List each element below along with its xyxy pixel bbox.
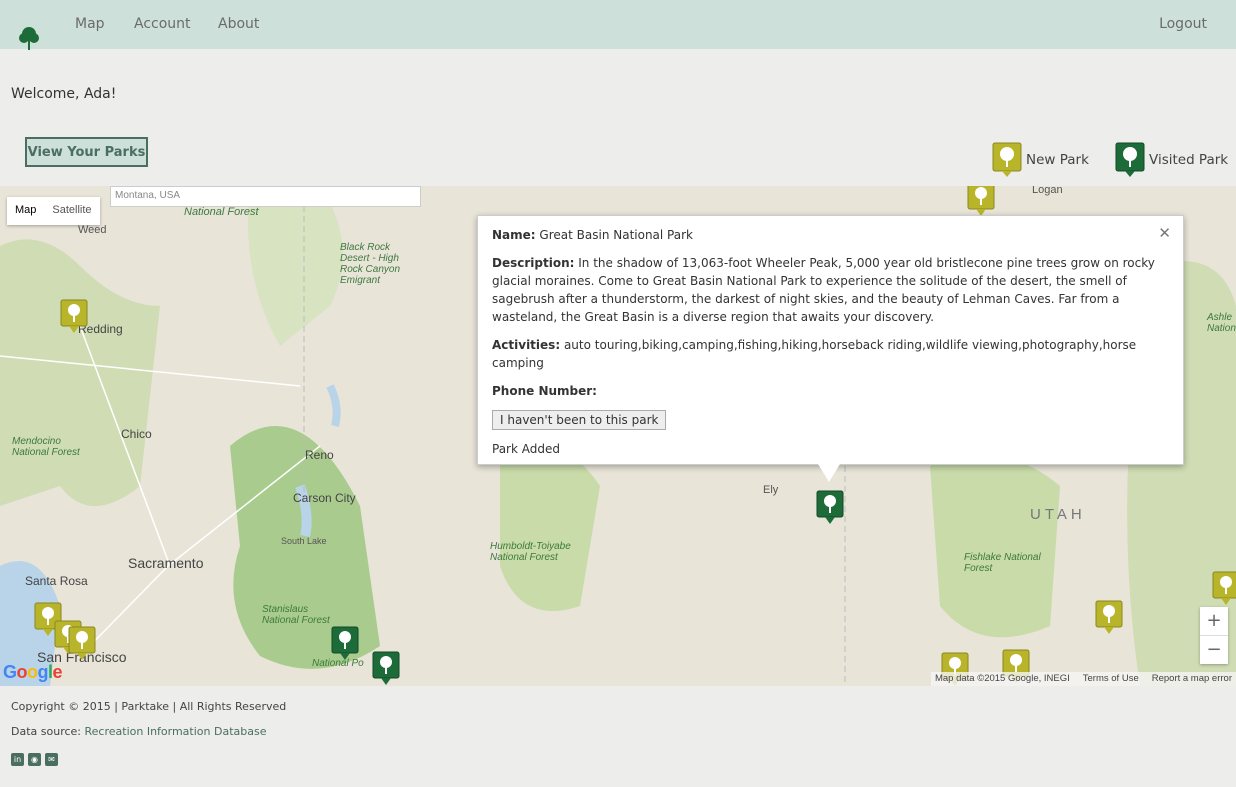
- new-park-marker[interactable]: [967, 186, 995, 218]
- email-icon[interactable]: ✉: [45, 753, 58, 766]
- close-icon[interactable]: ✕: [1158, 224, 1171, 242]
- legend-new-park-label: New Park: [1026, 152, 1089, 168]
- google-logo[interactable]: Google: [3, 662, 63, 683]
- park-status: Park Added: [492, 442, 560, 456]
- havent-been-button[interactable]: I haven't been to this park: [492, 410, 667, 430]
- nav-account[interactable]: Account: [134, 16, 191, 32]
- view-your-parks-button[interactable]: View Your Parks: [25, 137, 148, 167]
- map-label: Black Rock Desert - High Rock Canyon Emi…: [340, 242, 401, 286]
- new-park-marker[interactable]: [68, 626, 96, 662]
- nav-logout[interactable]: Logout: [1159, 16, 1207, 32]
- report-map-error-link[interactable]: Report a map error: [1152, 673, 1232, 685]
- map-type-satellite-button[interactable]: Satellite: [44, 197, 99, 225]
- tree-logo-icon[interactable]: [18, 26, 40, 52]
- map-label: Stanislaus National Forest: [262, 604, 330, 626]
- zoom-in-button[interactable]: +: [1200, 607, 1228, 635]
- legend-visited-park-label: Visited Park: [1149, 152, 1229, 168]
- data-source: Data source: Recreation Information Data…: [11, 725, 286, 738]
- visited-park-marker[interactable]: [372, 651, 400, 686]
- map-label: UTAH: [1030, 506, 1086, 523]
- park-info-popup: ✕ Name: Great Basin National Park Descri…: [477, 215, 1184, 482]
- data-source-label: Data source:: [11, 725, 81, 738]
- zoom-out-button[interactable]: −: [1200, 636, 1228, 664]
- map-data-text: Map data ©2015 Google, INEGI: [934, 673, 1070, 684]
- park-activities: auto touring,biking,camping,fishing,hiki…: [492, 338, 1137, 370]
- map-type-map-button[interactable]: Map: [7, 197, 44, 225]
- new-park-marker[interactable]: [1212, 571, 1236, 607]
- map-attribution: Map data ©2015 Google, INEGI Terms of Us…: [930, 672, 1236, 686]
- map-label: Chico: [121, 427, 152, 441]
- map-type-control: Map Satellite: [7, 197, 100, 225]
- visited-park-marker-icon: [1115, 142, 1145, 177]
- park-description: In the shadow of 13,063-foot Wheeler Pea…: [492, 256, 1155, 324]
- map-search-input[interactable]: Montana, USA: [110, 186, 421, 207]
- footer: Copyright © 2015 | Parktake | All Rights…: [11, 700, 286, 750]
- visited-park-marker[interactable]: [331, 626, 359, 662]
- park-name-label: Name:: [492, 228, 536, 242]
- park-phone-row: Phone Number:: [492, 382, 1169, 400]
- park-name-row: Name: Great Basin National Park: [492, 226, 1169, 244]
- new-park-marker[interactable]: [60, 299, 88, 335]
- map-label: Santa Rosa: [25, 574, 88, 588]
- map-label: Sacramento: [128, 555, 204, 571]
- map-label: Fishlake National Forest: [964, 552, 1041, 574]
- park-description-row: Description: In the shadow of 13,063-foo…: [492, 254, 1169, 326]
- legend-new-park: New Park: [992, 142, 1089, 178]
- copyright-text: Copyright © 2015 | Parktake | All Rights…: [11, 700, 287, 713]
- github-icon[interactable]: ◉: [28, 753, 41, 766]
- zoom-control: + −: [1200, 607, 1228, 664]
- new-park-marker[interactable]: [1095, 600, 1123, 636]
- terms-of-use-link[interactable]: Terms of Use: [1083, 673, 1139, 685]
- park-name: Great Basin National Park: [539, 228, 693, 242]
- map-label: Ashle National: [1207, 312, 1236, 334]
- data-source-link[interactable]: Recreation Information Database: [85, 725, 267, 738]
- new-park-marker-icon: [992, 142, 1022, 177]
- legend-visited-park: Visited Park: [1115, 142, 1228, 178]
- map-label: Logan: [1032, 186, 1063, 196]
- park-activities-label: Activities:: [492, 338, 561, 352]
- nav-map[interactable]: Map: [75, 16, 105, 32]
- navbar: Map Account About Logout: [0, 0, 1236, 52]
- park-description-label: Description:: [492, 256, 575, 270]
- map-label: Mendocino National Forest: [12, 436, 80, 458]
- map-label: Carson City: [293, 491, 356, 505]
- map-label: Weed: [78, 224, 107, 236]
- social-links: in ◉ ✉: [11, 753, 58, 766]
- map-label: South Lake: [281, 536, 327, 546]
- park-phone-label: Phone Number:: [492, 384, 597, 398]
- visited-park-marker[interactable]: [816, 490, 844, 526]
- nav-about[interactable]: About: [218, 16, 259, 32]
- park-activities-row: Activities: auto touring,biking,camping,…: [492, 336, 1169, 372]
- map-label: Reno: [305, 448, 334, 462]
- map-label: Ely: [763, 484, 779, 496]
- map-label: National Forest: [184, 206, 259, 218]
- map-label: Humboldt-Toiyabe National Forest: [490, 541, 571, 563]
- welcome-message: Welcome, Ada!: [11, 86, 117, 102]
- popup-tail: [818, 464, 840, 482]
- linkedin-icon[interactable]: in: [11, 753, 24, 766]
